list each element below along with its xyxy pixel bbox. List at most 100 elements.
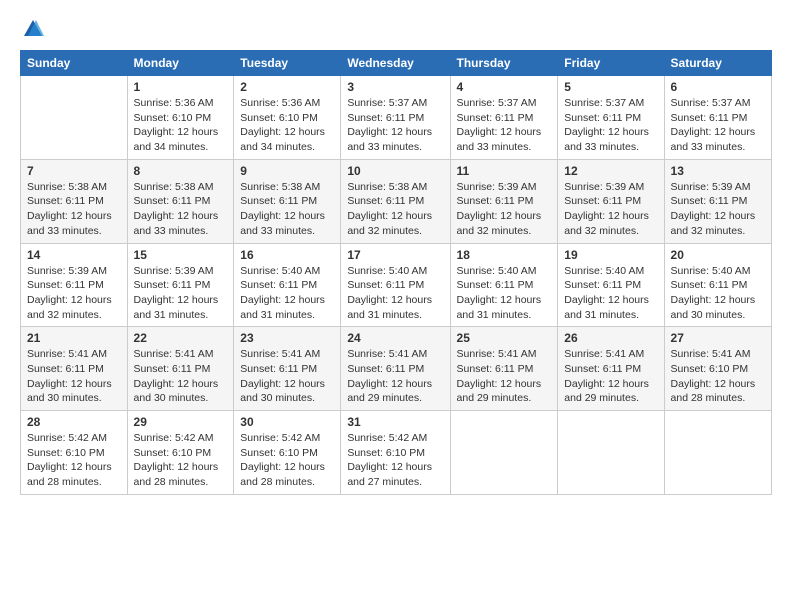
day-number: 18 xyxy=(457,248,552,262)
day-info: Sunrise: 5:41 AM Sunset: 6:11 PM Dayligh… xyxy=(564,347,657,406)
day-number: 2 xyxy=(240,80,334,94)
day-info: Sunrise: 5:40 AM Sunset: 6:11 PM Dayligh… xyxy=(240,264,334,323)
day-number: 25 xyxy=(457,331,552,345)
calendar-cell: 29 Sunrise: 5:42 AM Sunset: 6:10 PM Dayli… xyxy=(127,411,234,495)
day-number: 12 xyxy=(564,164,657,178)
day-info: Sunrise: 5:40 AM Sunset: 6:11 PM Dayligh… xyxy=(564,264,657,323)
day-number: 17 xyxy=(347,248,443,262)
day-info: Sunrise: 5:41 AM Sunset: 6:11 PM Dayligh… xyxy=(27,347,121,406)
calendar-cell: 7 Sunrise: 5:38 AM Sunset: 6:11 PM Daylig… xyxy=(21,159,128,243)
day-info: Sunrise: 5:37 AM Sunset: 6:11 PM Dayligh… xyxy=(457,96,552,155)
day-of-week-header: Sunday xyxy=(21,51,128,76)
calendar-cell: 11 Sunrise: 5:39 AM Sunset: 6:11 PM Dayli… xyxy=(450,159,558,243)
day-info: Sunrise: 5:40 AM Sunset: 6:11 PM Dayligh… xyxy=(347,264,443,323)
calendar-cell: 15Sunrise: 5:39 AM Sunset: 6:11 PM Dayli… xyxy=(127,243,234,327)
day-number: 22 xyxy=(134,331,228,345)
day-number: 28 xyxy=(27,415,121,429)
day-number: 4 xyxy=(457,80,552,94)
day-info: Sunrise: 5:36 AM Sunset: 6:10 PM Dayligh… xyxy=(240,96,334,155)
calendar-cell: 13Sunrise: 5:39 AM Sunset: 6:11 PM Dayli… xyxy=(664,159,771,243)
calendar-cell: 6 Sunrise: 5:37 AM Sunset: 6:11 PM Daylig… xyxy=(664,76,771,160)
day-info: Sunrise: 5:38 AM Sunset: 6:11 PM Dayligh… xyxy=(134,180,228,239)
day-number: 8 xyxy=(134,164,228,178)
calendar-cell: 4 Sunrise: 5:37 AM Sunset: 6:11 PM Daylig… xyxy=(450,76,558,160)
day-info: Sunrise: 5:42 AM Sunset: 6:10 PM Dayligh… xyxy=(134,431,228,490)
header xyxy=(20,18,772,40)
day-info: Sunrise: 5:42 AM Sunset: 6:10 PM Dayligh… xyxy=(347,431,443,490)
calendar-cell xyxy=(664,411,771,495)
day-info: Sunrise: 5:42 AM Sunset: 6:10 PM Dayligh… xyxy=(27,431,121,490)
calendar-cell: 3 Sunrise: 5:37 AM Sunset: 6:11 PM Daylig… xyxy=(341,76,450,160)
day-number: 10 xyxy=(347,164,443,178)
day-number: 24 xyxy=(347,331,443,345)
day-info: Sunrise: 5:41 AM Sunset: 6:11 PM Dayligh… xyxy=(134,347,228,406)
calendar-cell: 30 Sunrise: 5:42 AM Sunset: 6:10 PM Dayli… xyxy=(234,411,341,495)
day-info: Sunrise: 5:41 AM Sunset: 6:11 PM Dayligh… xyxy=(457,347,552,406)
calendar-cell: 28 Sunrise: 5:42 AM Sunset: 6:10 PM Dayli… xyxy=(21,411,128,495)
calendar-cell xyxy=(558,411,664,495)
day-number: 6 xyxy=(671,80,765,94)
calendar-cell: 20 Sunrise: 5:40 AM Sunset: 6:11 PM Dayli… xyxy=(664,243,771,327)
day-info: Sunrise: 5:41 AM Sunset: 6:11 PM Dayligh… xyxy=(347,347,443,406)
calendar-cell: 21 Sunrise: 5:41 AM Sunset: 6:11 PM Dayli… xyxy=(21,327,128,411)
day-number: 27 xyxy=(671,331,765,345)
day-info: Sunrise: 5:39 AM Sunset: 6:11 PM Dayligh… xyxy=(457,180,552,239)
day-number: 1 xyxy=(134,80,228,94)
calendar-cell: 18 Sunrise: 5:40 AM Sunset: 6:11 PM Dayli… xyxy=(450,243,558,327)
day-number: 9 xyxy=(240,164,334,178)
day-number: 3 xyxy=(347,80,443,94)
day-info: Sunrise: 5:41 AM Sunset: 6:10 PM Dayligh… xyxy=(671,347,765,406)
calendar-table: SundayMondayTuesdayWednesdayThursdayFrid… xyxy=(20,50,772,495)
day-number: 11 xyxy=(457,164,552,178)
day-number: 30 xyxy=(240,415,334,429)
day-of-week-header: Monday xyxy=(127,51,234,76)
calendar-cell: 17 Sunrise: 5:40 AM Sunset: 6:11 PM Dayli… xyxy=(341,243,450,327)
day-info: Sunrise: 5:42 AM Sunset: 6:10 PM Dayligh… xyxy=(240,431,334,490)
day-info: Sunrise: 5:40 AM Sunset: 6:11 PM Dayligh… xyxy=(457,264,552,323)
day-info: Sunrise: 5:39 AM Sunset: 6:11 PM Dayligh… xyxy=(27,264,121,323)
day-info: Sunrise: 5:40 AM Sunset: 6:11 PM Dayligh… xyxy=(671,264,765,323)
day-of-week-header: Saturday xyxy=(664,51,771,76)
day-number: 19 xyxy=(564,248,657,262)
calendar-cell: 16 Sunrise: 5:40 AM Sunset: 6:11 PM Dayli… xyxy=(234,243,341,327)
calendar-cell: 23Sunrise: 5:41 AM Sunset: 6:11 PM Dayli… xyxy=(234,327,341,411)
day-number: 5 xyxy=(564,80,657,94)
day-number: 20 xyxy=(671,248,765,262)
calendar-cell xyxy=(450,411,558,495)
calendar-cell: 22 Sunrise: 5:41 AM Sunset: 6:11 PM Dayli… xyxy=(127,327,234,411)
day-info: Sunrise: 5:38 AM Sunset: 6:11 PM Dayligh… xyxy=(347,180,443,239)
day-number: 29 xyxy=(134,415,228,429)
calendar-cell xyxy=(21,76,128,160)
calendar-cell: 25 Sunrise: 5:41 AM Sunset: 6:11 PM Dayli… xyxy=(450,327,558,411)
day-of-week-header: Wednesday xyxy=(341,51,450,76)
day-of-week-header: Friday xyxy=(558,51,664,76)
day-info: Sunrise: 5:38 AM Sunset: 6:11 PM Dayligh… xyxy=(240,180,334,239)
day-info: Sunrise: 5:38 AM Sunset: 6:11 PM Dayligh… xyxy=(27,180,121,239)
day-number: 7 xyxy=(27,164,121,178)
logo-icon xyxy=(22,18,44,40)
logo xyxy=(20,18,44,40)
calendar-cell: 5 Sunrise: 5:37 AM Sunset: 6:11 PM Daylig… xyxy=(558,76,664,160)
calendar-cell: 24 Sunrise: 5:41 AM Sunset: 6:11 PM Dayli… xyxy=(341,327,450,411)
calendar-cell: 31 Sunrise: 5:42 AM Sunset: 6:10 PM Dayli… xyxy=(341,411,450,495)
day-of-week-header: Tuesday xyxy=(234,51,341,76)
calendar-cell: 8 Sunrise: 5:38 AM Sunset: 6:11 PM Daylig… xyxy=(127,159,234,243)
day-info: Sunrise: 5:37 AM Sunset: 6:11 PM Dayligh… xyxy=(564,96,657,155)
day-number: 13 xyxy=(671,164,765,178)
day-info: Sunrise: 5:37 AM Sunset: 6:11 PM Dayligh… xyxy=(671,96,765,155)
day-number: 26 xyxy=(564,331,657,345)
calendar-cell: 9 Sunrise: 5:38 AM Sunset: 6:11 PM Daylig… xyxy=(234,159,341,243)
calendar-cell: 26 Sunrise: 5:41 AM Sunset: 6:11 PM Dayli… xyxy=(558,327,664,411)
calendar-cell: 14 Sunrise: 5:39 AM Sunset: 6:11 PM Dayli… xyxy=(21,243,128,327)
day-of-week-header: Thursday xyxy=(450,51,558,76)
day-info: Sunrise: 5:39 AM Sunset: 6:11 PM Dayligh… xyxy=(564,180,657,239)
day-number: 16 xyxy=(240,248,334,262)
day-info: Sunrise: 5:37 AM Sunset: 6:11 PM Dayligh… xyxy=(347,96,443,155)
day-number: 23 xyxy=(240,331,334,345)
calendar-cell: 12 Sunrise: 5:39 AM Sunset: 6:11 PM Dayli… xyxy=(558,159,664,243)
day-info: Sunrise: 5:39 AM Sunset: 6:11 PM Dayligh… xyxy=(134,264,228,323)
day-number: 21 xyxy=(27,331,121,345)
calendar-cell: 19 Sunrise: 5:40 AM Sunset: 6:11 PM Dayli… xyxy=(558,243,664,327)
day-number: 31 xyxy=(347,415,443,429)
day-number: 14 xyxy=(27,248,121,262)
